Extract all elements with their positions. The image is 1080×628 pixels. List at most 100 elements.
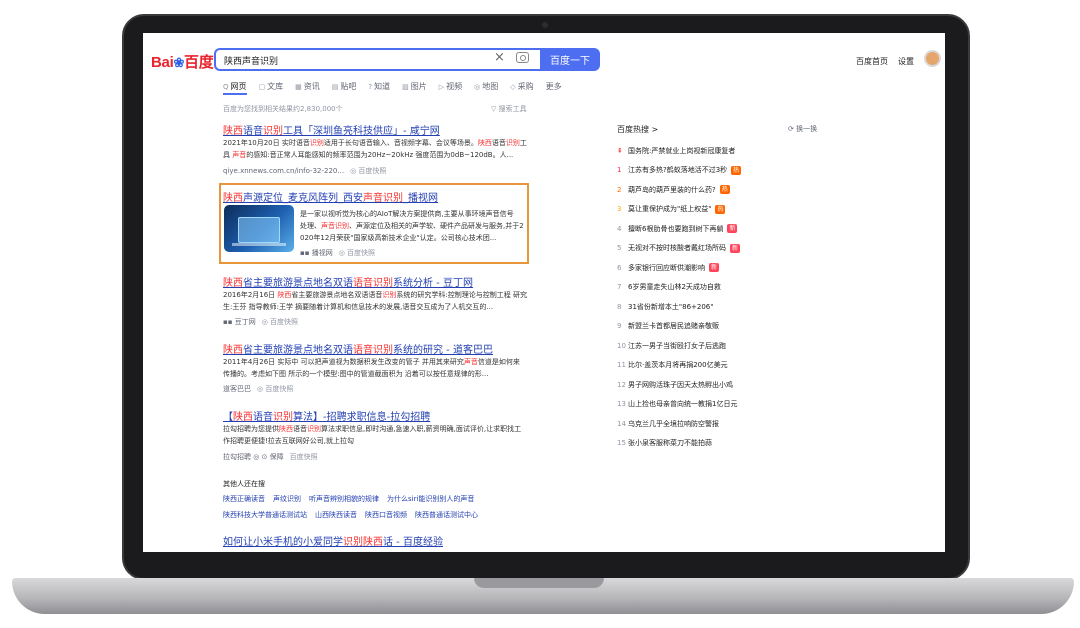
hot-text: 新盟兰卡首都居民追赌亲敬贩	[628, 322, 719, 331]
settings-link[interactable]: 设置	[898, 56, 914, 67]
tab-2[interactable]: ▦ 资讯	[295, 81, 320, 92]
hot-text: 男子网购活珠子因天太热孵出小鸡	[628, 380, 733, 389]
related-search-link[interactable]: 山西陕西读音	[315, 510, 357, 520]
highlighted-keyword: 识别陕西	[343, 537, 383, 548]
tab-icon: ▨	[402, 82, 409, 91]
description-line: 2016年2月16日 陕西省主要旅游景点地名双语语音识别系统的研究学科:控制理论…	[223, 289, 531, 301]
baidu-home-link[interactable]: 百度首页	[856, 56, 888, 67]
related-search-link[interactable]: 声纹识别	[273, 494, 301, 504]
search-tabs: Q 网页 ▢ 文库 ▦ 资讯 ▤ 贴吧 ? 知道 ▨ 图片 ▷ 视频 ◎ 地图 ◇ 采购 更多	[223, 81, 562, 92]
hot-search-item[interactable]: 11 比尔·盖茨本月将再捐200亿美元	[617, 356, 817, 376]
hot-search-item[interactable]: 6 多家银行回应断供潮影响新	[617, 258, 817, 278]
snapshot-link[interactable]: ◎ 百度快照	[257, 385, 293, 393]
result-title[interactable]: 如何让小米手机的小爱同学识别陕西话 - 百度经验	[223, 533, 443, 548]
text-segment: 传播的。考虑如下图 所示的一个模型:图中的管道截面积为 沿着可以按任意规律的形.…	[223, 370, 489, 378]
hot-search-item[interactable]: 4 擅断6根肋骨也要跑到树下再躺新	[617, 219, 817, 239]
hot-rank: 4	[617, 224, 622, 233]
tab-label: 文库	[267, 82, 284, 91]
hot-search-item[interactable]: 1 江苏有多热?鹤蚁落地活不过3秒热	[617, 161, 817, 181]
camera-search-icon[interactable]	[516, 52, 529, 63]
text-segment: 工具「深圳鱼亮科技供应」- 咸宁网	[283, 126, 440, 137]
paw-icon: ❀	[173, 55, 185, 70]
text-segment: 具	[223, 151, 233, 159]
hot-search-item[interactable]: 9 新盟兰卡首都居民追赌亲敬贩	[617, 317, 817, 337]
related-search-link[interactable]: 听声音辨别相貌的规律	[309, 494, 379, 504]
tab-4[interactable]: ? 知道	[368, 81, 390, 92]
result-source[interactable]: 道客巴巴 ◎ 百度快照	[223, 384, 293, 394]
clear-icon[interactable]: ×	[494, 50, 505, 65]
hot-text: 山上捡也母亲曾向统一教捐1亿日元	[628, 400, 738, 409]
tab-8[interactable]: ◇ 采购	[510, 81, 533, 92]
highlighted-keyword: 识别	[309, 139, 324, 147]
highlighted-keyword: 识别	[505, 139, 520, 147]
hot-text: 葫芦岛的葫芦里装的什么药?	[628, 185, 716, 194]
hot-rank: 1	[617, 166, 622, 175]
result-title[interactable]: 陕西省主要旅游景点地名双语语音识别系统分析 - 豆丁网	[223, 274, 473, 289]
snapshot-link[interactable]: 百度快照	[290, 453, 318, 461]
text-segment: 语音	[491, 139, 506, 147]
refresh-button[interactable]: ⟳ 换一换	[788, 124, 817, 134]
hot-badge: 热	[719, 185, 730, 195]
baidu-logo[interactable]: Bai❀百度	[151, 51, 214, 72]
hot-search-item[interactable]: 3 莫让重保护成为"纸上权益" 热	[617, 200, 817, 220]
hot-search-item[interactable]: 13 山上捡也母亲曾向统一教捐1亿日元	[617, 395, 817, 415]
search-button[interactable]: 百度一下	[540, 48, 600, 71]
hot-search-item[interactable]: ⇞ 国务院:严禁就业上岗视新冠康复者	[617, 141, 817, 161]
related-search-link[interactable]: 为什么siri能识别别人的声音	[387, 494, 474, 504]
result-title[interactable]: 陕西语音识别工具「深圳鱼亮科技供应」- 咸宁网	[223, 122, 440, 137]
description-line: 作招聘更便捷!拉去互联网好公司,就上拉勾	[223, 435, 531, 447]
highlighted-keyword: 陕西	[223, 193, 243, 204]
hot-search-item[interactable]: 12 男子网购活珠子因天太热孵出小鸡	[617, 375, 817, 395]
hot-search-item[interactable]: 5 无视对不按时核酸者戴红场所码新	[617, 239, 817, 259]
hot-badge: 热	[715, 204, 726, 214]
hot-search-item[interactable]: 8 31省份新增本土"86+206"	[617, 297, 817, 317]
related-search-link[interactable]: 陕西正确读音	[223, 494, 265, 504]
hot-search-item[interactable]: 15 张小泉客服称菜刀不能拍蒜	[617, 434, 817, 454]
hot-search-title[interactable]: 百度热搜 >	[617, 124, 658, 135]
hot-search-item[interactable]: 7 6岁男童走失山林2天成功自救	[617, 278, 817, 298]
text-segment: 是一家以视听觉为核心的AIoT解决方案提供商,主要从事环境声音信号	[300, 210, 514, 218]
related-search-link[interactable]: 陕西科技大学普通话测试站	[223, 510, 307, 520]
related-search-link[interactable]: 陕西口音视频	[365, 510, 407, 520]
result-title[interactable]: 陕西省主要旅游景点地名双语语音识别系统的研究 - 道客巴巴	[223, 341, 493, 356]
description-line: 020年12月荣获"国家级高新技术企业"认定。公司核心技术团...	[300, 232, 528, 244]
hot-rank: 2	[617, 185, 622, 194]
result-thumbnail[interactable]	[224, 205, 294, 252]
result-site: ▪▪ 播视网	[300, 249, 333, 257]
tab-5[interactable]: ▨ 图片	[402, 81, 427, 92]
search-query: 陕西声音识别	[224, 57, 279, 67]
tab-7[interactable]: ◎ 地图	[474, 81, 498, 92]
text-segment: _播视网	[403, 193, 438, 204]
snapshot-link[interactable]: ◎ 百度快照	[350, 167, 386, 175]
result-source[interactable]: ▪▪ 播视网 ◎ 百度快照	[300, 248, 375, 258]
highlighted-keyword: 陕西	[279, 425, 293, 433]
result-source[interactable]: qiye.xnnews.com.cn/info-32-220... ◎ 百度快照	[223, 166, 386, 176]
snapshot-link[interactable]: ◎ 百度快照	[262, 318, 298, 326]
hot-badge: 新	[709, 263, 720, 273]
avatar[interactable]	[924, 50, 941, 67]
text-segment: 算法】-招聘求职信息-拉勾招聘	[293, 412, 431, 423]
hot-search-item[interactable]: 14 乌克兰几乎全境拉响防空警报	[617, 414, 817, 434]
hot-search-item[interactable]: 10 江苏一男子当街殴打女子后逃跑	[617, 336, 817, 356]
text-segment: 工	[519, 139, 527, 147]
tab-3[interactable]: ▤ 贴吧	[332, 81, 357, 92]
hot-rank: 3	[617, 205, 622, 214]
tab-9[interactable]: 更多	[546, 81, 562, 92]
text-segment: 2021年10月20日 实时语音	[223, 139, 310, 147]
snapshot-link[interactable]: ◎ 百度快照	[339, 249, 375, 257]
result-source[interactable]: ▪▪ 豆丁网 ◎ 百度快照	[223, 317, 298, 327]
hot-rank: 10	[617, 341, 626, 350]
logo-text-left: Bai	[151, 54, 174, 71]
tab-6[interactable]: ▷ 视频	[439, 81, 462, 92]
highlighted-keyword: 声音识别	[363, 193, 403, 204]
result-title[interactable]: 陕西声源定位_麦克风阵列_西安声音识别_播视网	[223, 189, 438, 204]
tab-icon: Q	[223, 82, 229, 91]
result-source[interactable]: 拉勾招聘 ◎ ⊙ 保障 百度快照	[223, 452, 318, 462]
tab-0[interactable]: Q 网页	[223, 81, 247, 92]
hot-search-item[interactable]: 2 葫芦岛的葫芦里装的什么药? 热	[617, 180, 817, 200]
related-search-link[interactable]: 陕西普通话测试中心	[415, 510, 478, 520]
search-tools-button[interactable]: ▽ 搜索工具	[491, 104, 527, 114]
tab-1[interactable]: ▢ 文库	[259, 81, 284, 92]
result-title[interactable]: 【陕西语音识别算法】-招聘求职信息-拉勾招聘	[223, 408, 430, 423]
hot-rank: 6	[617, 263, 622, 272]
